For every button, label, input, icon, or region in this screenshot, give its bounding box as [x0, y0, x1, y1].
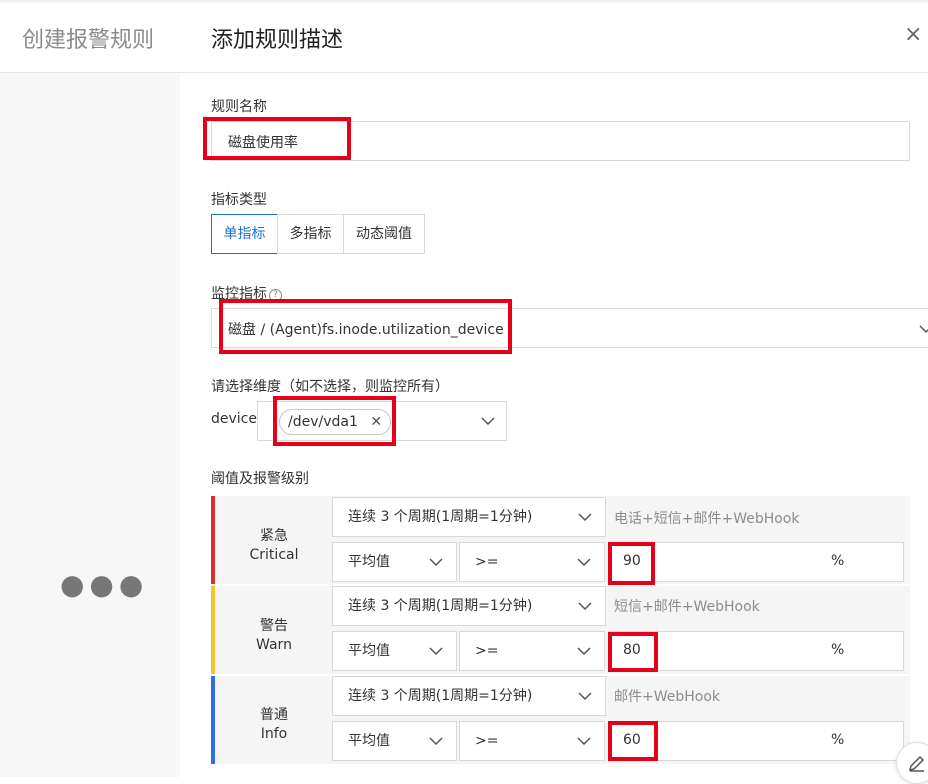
- notify-channels: 短信+邮件+WebHook: [614, 599, 760, 615]
- highlight-box: [608, 632, 658, 672]
- level-name-en: Warn: [256, 637, 292, 653]
- period-value: 连续 3 个周期(1周期=1分钟): [348, 509, 533, 525]
- chevron-down-icon: [577, 558, 591, 567]
- stat-value: 平均值: [348, 554, 390, 570]
- operator-select[interactable]: >=: [459, 631, 605, 671]
- operator-select[interactable]: >=: [459, 542, 605, 582]
- close-icon[interactable]: ×: [904, 24, 922, 46]
- period-value: 连续 3 个周期(1周期=1分钟): [348, 688, 533, 704]
- level-name-en: Critical: [249, 547, 299, 563]
- highlight-box: [273, 396, 396, 446]
- edit-icon[interactable]: [896, 742, 928, 784]
- metric-type-label: 指标类型: [211, 192, 267, 208]
- chevron-down-icon: [429, 737, 443, 746]
- period-select[interactable]: 连续 3 个周期(1周期=1分钟): [332, 497, 606, 537]
- operator-value: >=: [475, 733, 499, 749]
- highlight-box: [608, 721, 658, 761]
- period-select[interactable]: 连续 3 个周期(1周期=1分钟): [332, 676, 606, 716]
- wizard-title: 创建报警规则: [22, 28, 155, 53]
- chevron-down-icon: [578, 513, 592, 522]
- level-name-en: Info: [260, 726, 288, 742]
- level-name-cn: 普通: [260, 707, 288, 723]
- unit-label: %: [831, 553, 845, 569]
- chevron-down-icon: [577, 737, 591, 746]
- chevron-down-icon: [429, 558, 443, 567]
- unit-label: %: [831, 642, 845, 658]
- threshold-label: 阈值及报警级别: [211, 471, 309, 487]
- highlight-box: [203, 117, 351, 160]
- stat-value: 平均值: [348, 643, 390, 659]
- operator-value: >=: [475, 554, 499, 570]
- stat-select[interactable]: 平均值: [332, 721, 457, 761]
- chevron-down-icon: [481, 417, 495, 426]
- dimension-key: device:: [211, 411, 262, 427]
- more-icon[interactable]: ●●●: [60, 568, 148, 601]
- stat-select[interactable]: 平均值: [332, 542, 457, 582]
- chevron-down-icon: [578, 602, 592, 611]
- metric-type-multi[interactable]: 多指标: [277, 214, 344, 254]
- operator-select[interactable]: >=: [459, 721, 605, 761]
- dimension-label: 请选择维度（如不选择，则监控所有）: [211, 379, 449, 395]
- chevron-down-icon: [578, 692, 592, 701]
- pencil-icon: [908, 755, 925, 772]
- metric-type-single[interactable]: 单指标: [211, 214, 278, 254]
- chevron-down-icon: [429, 647, 443, 656]
- metric-type-dynamic[interactable]: 动态阈值: [343, 214, 425, 254]
- page-title: 添加规则描述: [211, 28, 344, 53]
- level-name-cn: 紧急: [260, 528, 288, 544]
- rule-name-label: 规则名称: [211, 99, 267, 115]
- unit-label: %: [831, 732, 845, 748]
- highlight-box: [219, 299, 512, 354]
- chevron-down-icon: [919, 325, 928, 334]
- stat-value: 平均值: [348, 733, 390, 749]
- level-name-cn: 警告: [260, 618, 288, 634]
- notify-channels: 电话+短信+邮件+WebHook: [614, 511, 800, 527]
- notify-channels: 邮件+WebHook: [614, 689, 721, 705]
- period-value: 连续 3 个周期(1周期=1分钟): [348, 598, 533, 614]
- stat-select[interactable]: 平均值: [332, 631, 457, 671]
- chevron-down-icon: [577, 647, 591, 656]
- period-select[interactable]: 连续 3 个周期(1周期=1分钟): [332, 586, 606, 626]
- steps-panel: [0, 73, 180, 777]
- highlight-box: [608, 542, 655, 585]
- operator-value: >=: [475, 643, 499, 659]
